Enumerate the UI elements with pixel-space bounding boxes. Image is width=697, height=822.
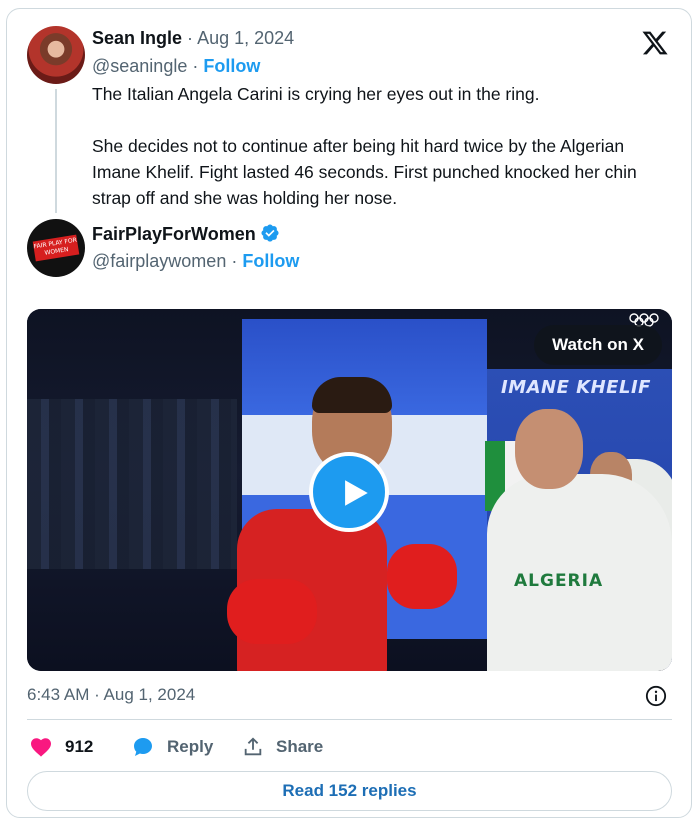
boxing-glove xyxy=(387,544,457,609)
tweet-paragraph-1: The Italian Angela Carini is crying her … xyxy=(92,84,540,104)
info-icon[interactable] xyxy=(645,685,667,707)
play-button[interactable] xyxy=(309,452,389,532)
original-tweet-header: Sean Ingle · Aug 1, 2024 xyxy=(92,28,294,49)
author-handle[interactable]: @seaningle xyxy=(92,56,187,76)
reply-label: Reply xyxy=(167,737,214,756)
reply-bubble-icon xyxy=(134,738,152,756)
embedded-tweet-card: Sean Ingle · Aug 1, 2024 @seaningle · Fo… xyxy=(6,8,692,818)
read-replies-button[interactable]: Read 152 replies xyxy=(27,771,672,811)
heart-icon xyxy=(31,738,51,757)
watch-on-x-button[interactable]: Watch on X xyxy=(534,325,662,365)
verified-badge-icon xyxy=(261,224,279,242)
crowd-background xyxy=(27,399,237,569)
author-name[interactable]: Sean Ingle xyxy=(92,28,182,48)
avatar-logo-text: FAIR PLAY FOR WOMEN xyxy=(32,234,80,262)
tweet-paragraph-2: She decides not to continue after being … xyxy=(92,136,637,208)
x-logo-icon[interactable] xyxy=(641,29,669,57)
follow-button[interactable]: Follow xyxy=(203,56,260,76)
share-button[interactable]: Share xyxy=(242,735,323,759)
avatar-fairplayforwomen[interactable]: FAIR PLAY FOR WOMEN xyxy=(27,219,85,277)
quoted-author-name[interactable]: FairPlayForWomen xyxy=(92,224,256,244)
avatar-sean-ingle[interactable] xyxy=(27,26,85,84)
quoted-handle-row: @fairplaywomen · Follow xyxy=(92,251,299,272)
scoreboard-text: IMANE KHELIF xyxy=(501,377,651,398)
share-label: Share xyxy=(276,737,324,756)
tweet-text: The Italian Angela Carini is crying her … xyxy=(92,81,677,211)
original-handle-row: @seaningle · Follow xyxy=(92,56,261,76)
shirt-text: ALGERIA xyxy=(514,571,604,591)
separator: · xyxy=(231,251,238,271)
reply-button[interactable]: Reply xyxy=(131,735,213,759)
tweet-timestamp[interactable]: 6:43 AM · Aug 1, 2024 xyxy=(27,685,195,705)
video-thumbnail[interactable]: IMANE KHELIF ALGERIA Watch on X xyxy=(27,309,672,671)
follow-button-quoted[interactable]: Follow xyxy=(242,251,299,271)
separator: · xyxy=(187,28,194,48)
quoted-handle[interactable]: @fairplaywomen xyxy=(92,251,226,271)
tweet-date[interactable]: Aug 1, 2024 xyxy=(197,28,294,48)
divider xyxy=(27,719,672,720)
thread-connector-line xyxy=(55,89,57,213)
like-button[interactable]: 912 xyxy=(29,735,93,759)
quoted-account-header: FairPlayForWomen xyxy=(92,223,280,245)
play-icon xyxy=(345,480,368,506)
share-icon xyxy=(244,737,262,756)
likes-count: 912 xyxy=(65,737,94,756)
boxing-glove xyxy=(227,579,317,644)
